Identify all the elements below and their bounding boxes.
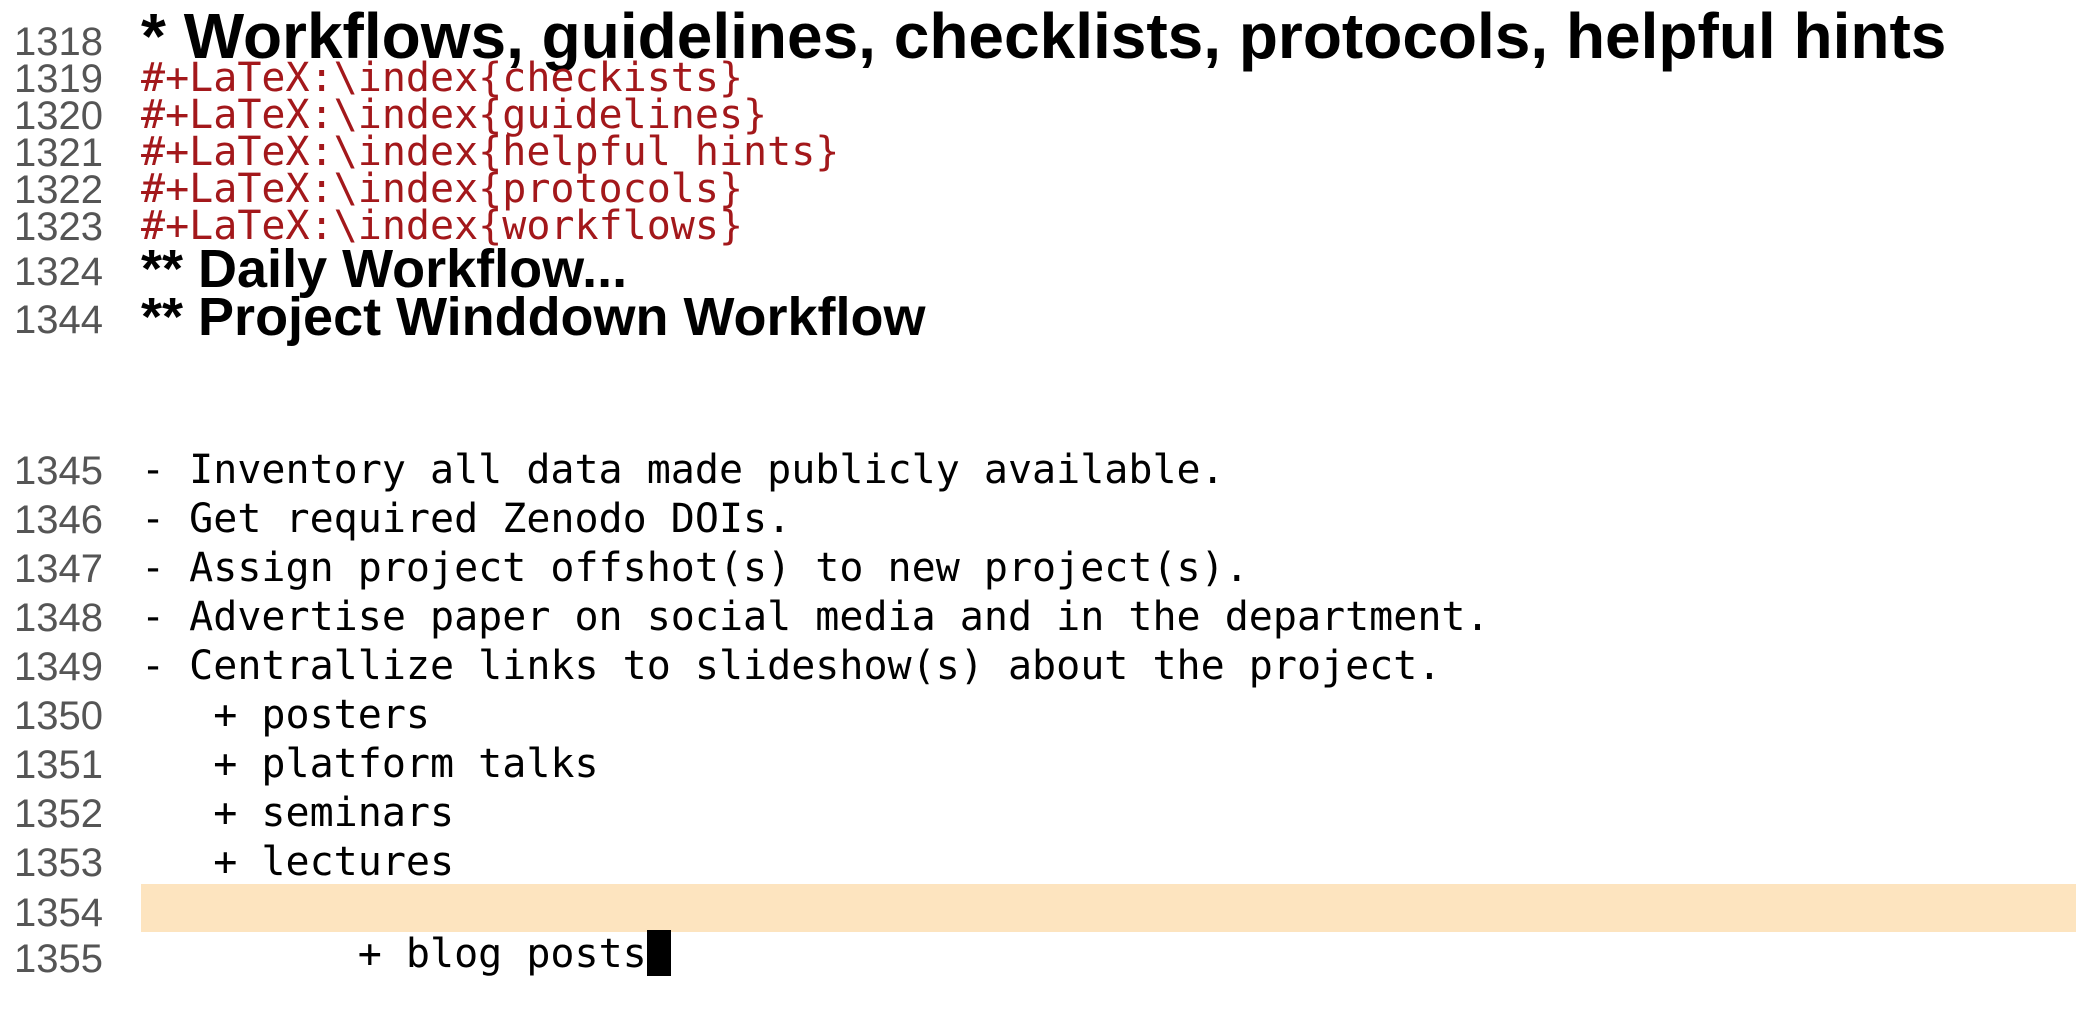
line-number: 1346: [14, 498, 103, 542]
line-number: 1355: [14, 937, 103, 981]
editor-line-heading-2-folded[interactable]: 1324 ** Daily Workflow...: [0, 242, 2076, 296]
line-number: 1352: [14, 792, 103, 836]
editor-line-list-item[interactable]: 1348 - Advertise paper on social media a…: [0, 595, 2076, 638]
line-number: 1350: [14, 694, 103, 738]
editor-line-sublist-item[interactable]: 1353 + lectures: [0, 840, 2076, 883]
line-number: 1345: [14, 449, 103, 493]
editor-line-current[interactable]: 1354 + blog posts: [0, 884, 2076, 976]
line-number: 1324: [14, 250, 103, 294]
text-editor[interactable]: 1318 * Workflows, guidelines, checklists…: [0, 0, 2076, 980]
line-number: 1348: [14, 596, 103, 640]
line-number: 1351: [14, 743, 103, 787]
editor-line-sublist-item[interactable]: 1352 + seminars: [0, 791, 2076, 834]
editor-line-latex[interactable]: 1322 #+LaTeX:\index{protocols}: [0, 167, 2076, 210]
editor-line-latex[interactable]: 1320 #+LaTeX:\index{guidelines}: [0, 93, 2076, 136]
sublist-item-text: + lectures: [141, 839, 455, 885]
editor-line-list-item[interactable]: 1345 - Inventory all data made publicly …: [0, 448, 2076, 491]
list-item-text: - Inventory all data made publicly avail…: [141, 447, 1225, 493]
line-number: 1344: [14, 298, 103, 342]
sublist-item-text: + platform talks: [141, 741, 599, 787]
line-number: 1347: [14, 547, 103, 591]
line-number: 1349: [14, 645, 103, 689]
list-item-text: - Advertise paper on social media and in…: [141, 594, 1490, 640]
editor-line-latex[interactable]: 1319 #+LaTeX:\index{checkists}: [0, 56, 2076, 99]
line-number: 1353: [14, 841, 103, 885]
editor-line-heading-2[interactable]: 1344 ** Project Winddown Workflow: [0, 290, 2076, 344]
editor-line-list-item[interactable]: 1347 - Assign project offshot(s) to new …: [0, 546, 2076, 589]
editor-line-empty[interactable]: 1355: [0, 937, 2076, 981]
line-number: 1354: [14, 891, 103, 935]
editor-line-sublist-item[interactable]: 1351 + platform talks: [0, 742, 2076, 785]
list-item-text: - Get required Zenodo DOIs.: [141, 496, 792, 542]
editor-line-list-item[interactable]: 1346 - Get required Zenodo DOIs.: [0, 497, 2076, 540]
editor-line-latex[interactable]: 1323 #+LaTeX:\index{workflows}: [0, 204, 2076, 247]
list-item-text: - Centrallize links to slideshow(s) abou…: [141, 643, 1442, 689]
line-number: 1323: [14, 205, 103, 249]
editor-line-sublist-item[interactable]: 1350 + posters: [0, 693, 2076, 736]
editor-line-list-item[interactable]: 1349 - Centrallize links to slideshow(s)…: [0, 644, 2076, 687]
sublist-item-text: + seminars: [141, 790, 455, 836]
list-item-text: - Assign project offshot(s) to new proje…: [141, 545, 1249, 591]
sublist-item-text: + posters: [141, 692, 430, 738]
editor-line-latex[interactable]: 1321 #+LaTeX:\index{helpful hints}: [0, 130, 2076, 173]
org-heading-level-2: ** Project Winddown Workflow: [141, 287, 926, 347]
